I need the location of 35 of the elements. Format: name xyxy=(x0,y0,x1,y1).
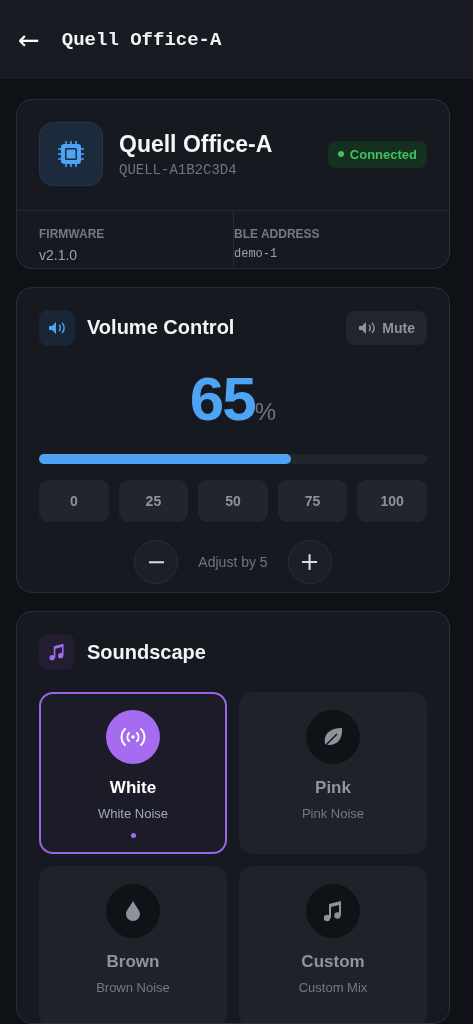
device-name: Quell Office-A xyxy=(119,130,274,158)
info-label: FIRMWARE xyxy=(39,227,106,241)
increase-button[interactable]: + xyxy=(287,539,332,584)
selected-dot xyxy=(130,833,136,839)
device-serial: QUELL-A1B2C3D4 xyxy=(119,161,238,178)
signal-waves-icon xyxy=(120,727,146,748)
card-title: Soundscape xyxy=(87,640,206,664)
soundscape-option[interactable]: White White Noise xyxy=(39,692,227,855)
preset-button[interactable]: 75 xyxy=(277,479,348,522)
preset-button[interactable]: 0 xyxy=(39,479,109,522)
info-value: demo-1 xyxy=(234,247,279,261)
status-badge: Connected xyxy=(327,140,427,168)
music-note-icon xyxy=(322,900,344,923)
music-note-icon xyxy=(48,643,66,662)
volume-value: 65 xyxy=(189,367,255,430)
soundscape-option[interactable]: Brown Brown Noise xyxy=(39,866,227,1023)
preset-button[interactable]: 100 xyxy=(357,479,427,522)
step-label: Adjust by 5 xyxy=(198,553,268,570)
card-title: Volume Control xyxy=(87,316,236,340)
info-value: v2.1.0 xyxy=(39,247,79,263)
page-title: Quell Office-A xyxy=(61,28,222,51)
speaker-icon xyxy=(358,320,377,335)
droplet-icon xyxy=(125,900,141,923)
soundscape-option[interactable]: Pink Pink Noise xyxy=(239,692,427,855)
mute-button[interactable]: Mute xyxy=(346,310,427,345)
chip-icon xyxy=(56,139,86,169)
volume-unit: % xyxy=(254,397,277,426)
volume-slider[interactable] xyxy=(39,453,427,464)
soundscape-option[interactable]: Custom Custom Mix xyxy=(239,866,427,1023)
preset-button[interactable]: 25 xyxy=(118,479,189,522)
back-button[interactable]: ← xyxy=(18,26,40,53)
speaker-icon xyxy=(48,320,66,335)
decrease-button[interactable]: − xyxy=(134,539,179,584)
preset-button[interactable]: 50 xyxy=(198,479,268,522)
info-label: BLE ADDRESS xyxy=(234,227,321,241)
